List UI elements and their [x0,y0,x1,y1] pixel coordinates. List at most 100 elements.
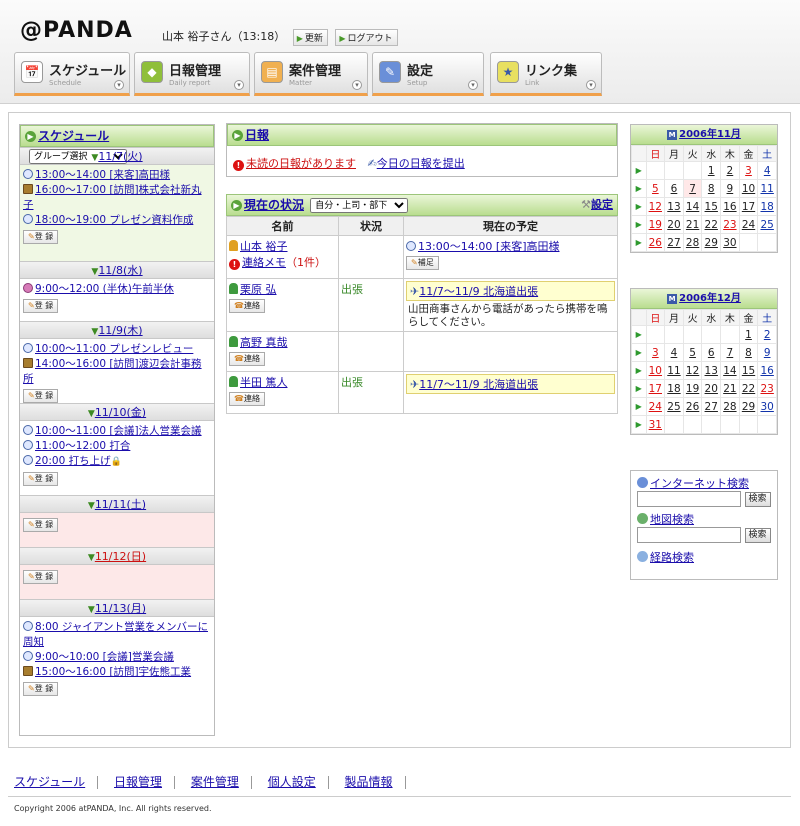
calendar-day[interactable]: 23 [757,379,777,398]
person-name-link[interactable]: 栗原 弘 [240,283,277,296]
calendar-day[interactable]: 9 [720,179,740,198]
event-link[interactable]: 16:00～17:00 [訪問]株式会社新丸子 [23,184,202,211]
supplement-button[interactable]: ✎補足 [406,256,439,270]
calendar-day[interactable]: 16 [720,197,740,216]
calendar-day[interactable]: 13 [701,361,722,380]
status-settings-link[interactable]: 設定 [591,198,613,211]
register-button[interactable]: ✎登 録 [23,299,59,313]
calendar-title-link[interactable]: 2006年11月 [679,129,741,140]
calendar-day[interactable]: 27 [664,233,684,252]
day-date-link[interactable]: 11/8(水) [98,264,142,277]
event-link[interactable]: 18:00～19:00 プレゼン資料作成 [35,214,193,226]
calendar-day[interactable]: 7 [720,343,740,362]
event-link[interactable]: 9:00～12:00 (半休)午前半休 [35,283,174,295]
status-title-link[interactable]: 現在の状況 [244,198,304,212]
calendar-day[interactable]: 19 [645,215,666,234]
chevron-down-icon[interactable]: ▾ [234,80,244,90]
calendar-day[interactable]: 18 [664,379,684,398]
calendar-day[interactable]: 22 [701,215,722,234]
tab-schedule[interactable]: 📅 スケジュール Schedule ▾ [14,52,130,96]
calendar-day[interactable]: 30 [757,397,777,416]
unread-report-link[interactable]: 未読の日報があります [246,157,356,170]
calendar-day[interactable]: 4 [664,343,684,362]
daily-report-title-link[interactable]: 日報 [245,128,269,142]
tab-link[interactable]: ★ リンク集 Link ▾ [490,52,602,96]
map-search-button[interactable]: 検索 [744,527,771,543]
calendar-day[interactable]: 26 [645,233,666,252]
tab-daily-report[interactable]: ◆ 日報管理 Daily report ▾ [134,52,250,96]
contact-button[interactable]: ☎連絡 [229,352,265,366]
day-date-link[interactable]: 11/12(日) [95,550,146,563]
calendar-day[interactable]: 24 [645,397,666,416]
event-link[interactable]: 9:00～10:00 [会議]営業会議 [35,651,174,663]
refresh-button[interactable]: ▶ 更新 [292,28,328,46]
contact-button[interactable]: ☎連絡 [229,299,265,313]
calendar-day[interactable]: 20 [701,379,722,398]
calendar-day[interactable]: 14 [720,361,740,380]
map-search-input[interactable] [637,527,741,543]
calendar-day[interactable]: 12 [645,197,666,216]
register-button[interactable]: ✎登 録 [23,389,59,403]
internet-search-link[interactable]: インターネット検索 [650,477,749,490]
calendar-day[interactable]: 21 [682,215,703,234]
footer-link-daily-report[interactable]: 日報管理 [114,775,162,789]
calendar-day[interactable]: 10 [645,361,666,380]
person-name-link[interactable]: 半田 篤人 [240,376,288,389]
calendar-day[interactable]: 21 [720,379,740,398]
calendar-day[interactable]: 1 [701,161,722,180]
day-date-link[interactable]: 11/7(火) [98,150,142,163]
schedule-title-link[interactable]: スケジュール [38,129,109,143]
calendar-day[interactable]: 26 [682,397,703,416]
day-date-link[interactable]: 11/9(木) [98,324,142,337]
event-link[interactable]: 13:00～14:00 [来客]高田様 [35,169,170,181]
plan-link[interactable]: 11/7～11/9 北海道出張 [419,285,538,298]
week-arrow-icon[interactable]: ▶ [631,343,647,362]
calendar-day[interactable]: 19 [682,379,703,398]
week-arrow-icon[interactable]: ▶ [631,415,647,434]
calendar-day[interactable]: 13 [664,197,684,216]
week-arrow-icon[interactable]: ▶ [631,161,647,180]
calendar-day[interactable]: 27 [701,397,722,416]
plan-link[interactable]: 11/7～11/9 北海道出張 [419,378,538,391]
calendar-day[interactable]: 28 [682,233,703,252]
calendar-day[interactable]: 12 [682,361,703,380]
person-name-link[interactable]: 山本 裕子 [240,240,288,253]
calendar-day[interactable]: 18 [757,197,777,216]
calendar-day[interactable]: 3 [645,343,666,362]
calendar-day[interactable]: 8 [738,343,759,362]
calendar-day[interactable]: 14 [682,197,703,216]
calendar-day[interactable]: 31 [645,415,666,434]
contact-button[interactable]: ☎連絡 [229,392,265,406]
footer-link-schedule[interactable]: スケジュール [14,775,85,789]
calendar-day[interactable]: 4 [757,161,777,180]
internet-search-input[interactable] [637,491,741,507]
route-search-link[interactable]: 経路検索 [650,551,694,564]
chevron-down-icon[interactable]: ▾ [586,80,596,90]
calendar-day[interactable]: 25 [757,215,777,234]
week-arrow-icon[interactable]: ▶ [631,325,647,344]
map-search-link[interactable]: 地図検索 [650,513,694,526]
chevron-down-icon[interactable]: ▾ [114,80,124,90]
contact-memo-link[interactable]: 連絡メモ [242,256,286,269]
calendar-day[interactable]: 15 [701,197,722,216]
event-link[interactable]: 8:00 ジャイアント営業をメンバーに周知 [23,621,208,648]
internet-search-button[interactable]: 検索 [744,491,771,507]
tab-setup[interactable]: ✎ 設定 Setup ▾ [372,52,484,96]
logout-button[interactable]: ▶ ログアウト [335,28,398,46]
footer-link-matter[interactable]: 案件管理 [191,775,239,789]
calendar-title-link[interactable]: 2006年12月 [679,293,741,304]
calendar-day[interactable]: 16 [757,361,777,380]
day-date-link[interactable]: 11/13(月) [95,602,146,615]
event-link[interactable]: 15:00～16:00 [訪問]宇佐熊工業 [35,666,191,678]
calendar-day[interactable]: 9 [757,343,777,362]
event-link[interactable]: 10:00～11:00 プレゼンレビュー [35,343,193,355]
calendar-day[interactable]: 5 [682,343,703,362]
register-button[interactable]: ✎登 録 [23,570,59,584]
calendar-day[interactable]: 8 [701,179,722,198]
calendar-day[interactable]: 20 [664,215,684,234]
calendar-day[interactable]: 2 [757,325,777,344]
calendar-day[interactable]: 3 [738,161,759,180]
week-arrow-icon[interactable]: ▶ [631,197,647,216]
week-arrow-icon[interactable]: ▶ [631,379,647,398]
event-link[interactable]: 11:00～12:00 打合 [35,440,130,452]
